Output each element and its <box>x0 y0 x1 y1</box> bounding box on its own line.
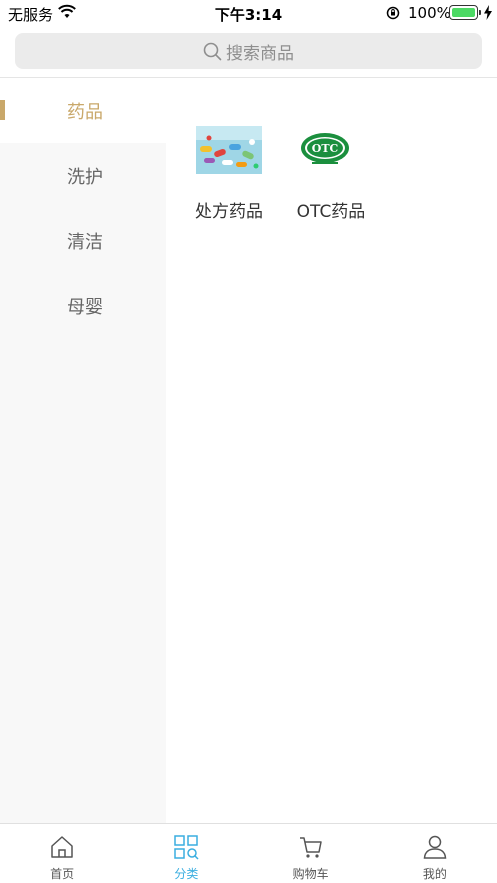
tab-label: 我的 <box>422 867 447 881</box>
category-icon <box>174 835 199 860</box>
charging-bolt-icon <box>484 5 492 20</box>
search-icon <box>203 42 222 60</box>
pills-image <box>196 126 262 174</box>
battery-cap <box>479 10 481 15</box>
tab-category[interactable]: 分类 <box>124 824 248 883</box>
tab-home[interactable]: 首页 <box>0 824 124 883</box>
active-indicator <box>0 100 5 120</box>
category-label: OTC药品 <box>296 202 366 222</box>
sidebar-item-label: 药品 <box>67 101 103 123</box>
sidebar-item-label: 母婴 <box>67 296 103 318</box>
sidebar-item-cleaning[interactable]: 清洁 <box>0 208 166 273</box>
battery-percent: 100% <box>408 4 451 22</box>
category-prescription[interactable]: 处方药品 <box>184 126 274 222</box>
user-icon <box>423 835 447 859</box>
category-otc[interactable]: OTC OTC药品 <box>286 126 376 222</box>
sidebar-item-label: 清洁 <box>67 231 103 253</box>
tab-cart[interactable]: 购物车 <box>249 824 373 883</box>
tab-bar: 首页 分类 购物车 我的 <box>0 823 497 883</box>
tab-label: 首页 <box>50 867 75 881</box>
search-placeholder: 搜索商品 <box>226 43 294 64</box>
cart-icon <box>299 837 322 858</box>
otc-logo: OTC <box>301 133 349 164</box>
tab-profile[interactable]: 我的 <box>373 824 497 883</box>
sidebar-item-medicine[interactable]: 药品 <box>0 78 166 143</box>
rotation-lock-icon <box>386 6 400 20</box>
sidebar-item-personal-care[interactable]: 洗护 <box>0 143 166 208</box>
status-bar: 无服务 下午3:14 100% <box>0 0 497 26</box>
search-bar[interactable]: 搜索商品 <box>15 33 482 69</box>
category-sidebar: 药品 洗护 清洁 母婴 <box>0 78 166 823</box>
home-icon <box>51 836 73 858</box>
otc-logo-text: OTC <box>312 142 339 155</box>
battery-icon <box>449 5 478 20</box>
category-label: 处方药品 <box>195 202 263 222</box>
tab-label: 购物车 <box>292 867 329 881</box>
sidebar-item-label: 洗护 <box>67 166 103 188</box>
sidebar-item-mother-baby[interactable]: 母婴 <box>0 273 166 338</box>
tab-label: 分类 <box>174 867 199 881</box>
